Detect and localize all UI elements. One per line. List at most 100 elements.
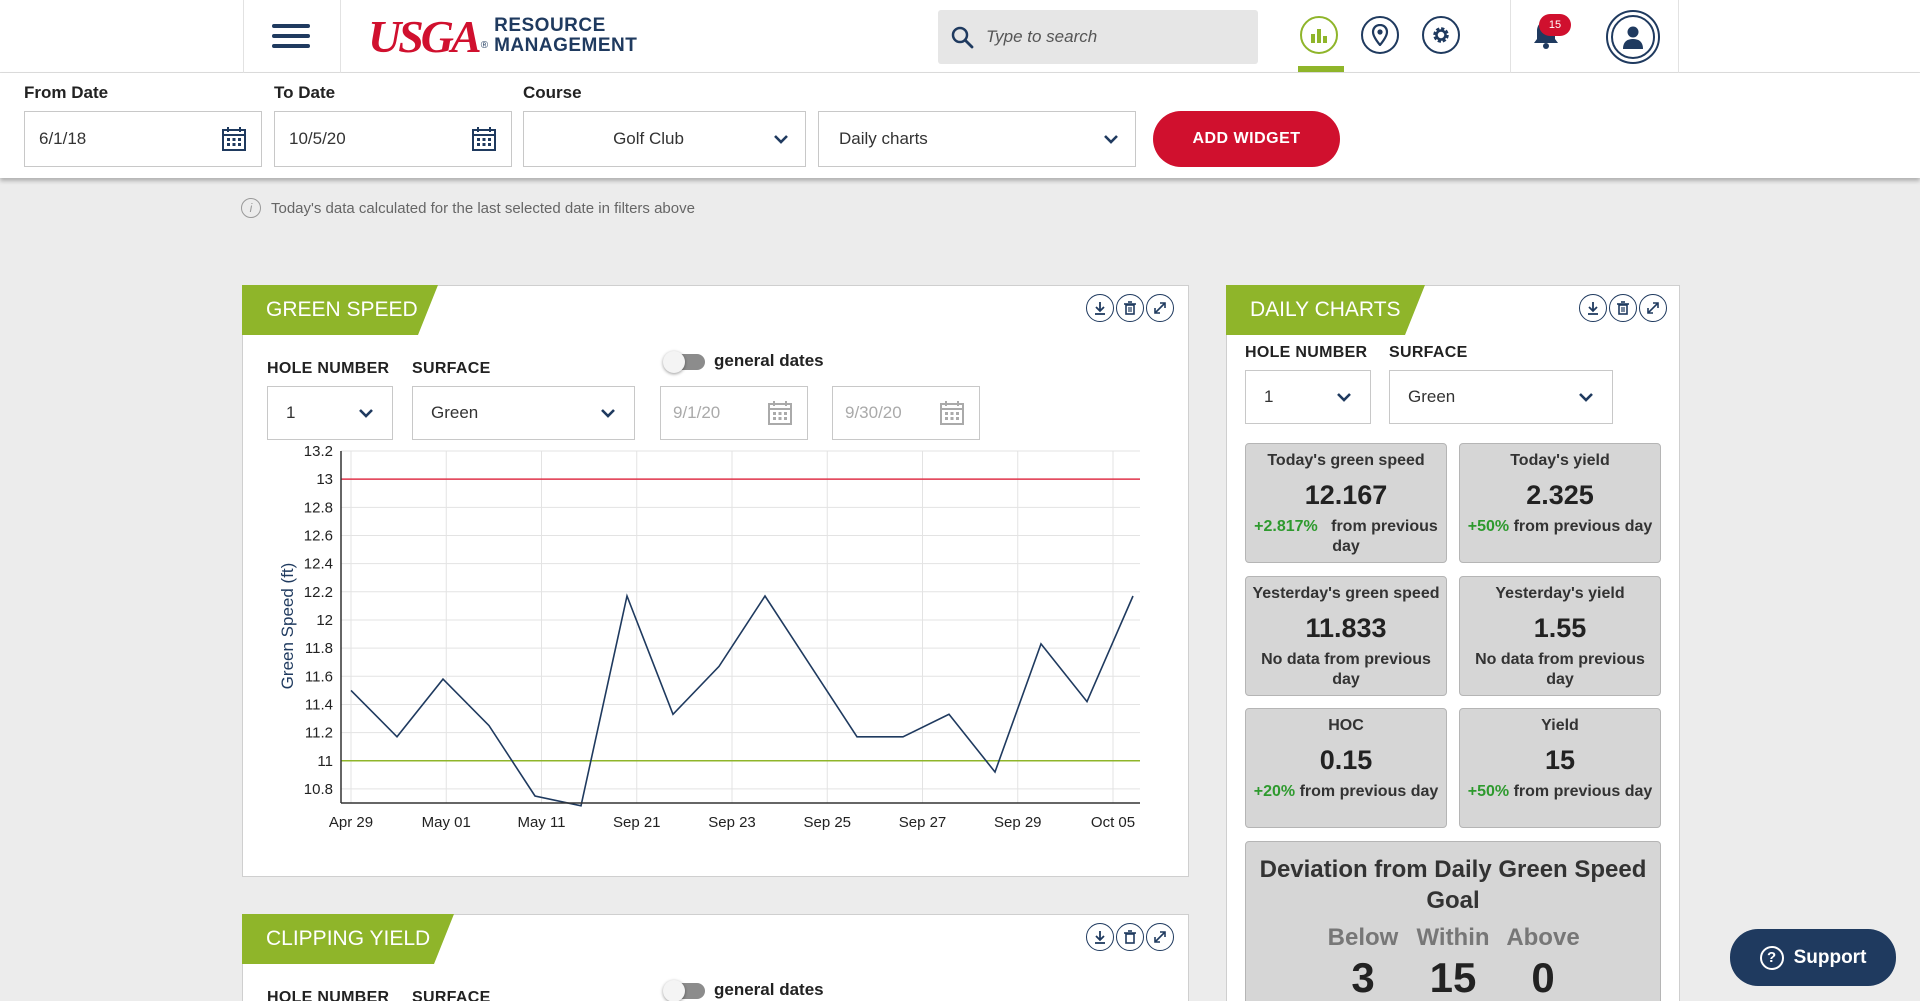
tile-title: Yesterday's green speed — [1252, 585, 1440, 602]
x-tick-label: Sep 23 — [708, 814, 756, 831]
tile-title: Today's yield — [1510, 452, 1610, 469]
logo-line-1: RESOURCE — [494, 15, 606, 36]
deviation-title: Deviation from Daily Green Speed Goal — [1259, 856, 1647, 914]
hole-number-select[interactable]: 1 — [267, 386, 393, 440]
header-divider — [1678, 0, 1679, 73]
deviation-below: Below 3 — [1325, 924, 1401, 1001]
x-tick-label: May 11 — [517, 814, 565, 831]
to-date-value: 10/5/20 — [289, 129, 346, 148]
tile-delta-percent: +20% — [1253, 783, 1296, 800]
chevron-down-icon — [1337, 393, 1351, 402]
green-speed-title: GREEN SPEED — [242, 285, 438, 335]
expand-icon — [1647, 302, 1659, 314]
tile-delta-percent: +50% — [1467, 783, 1510, 800]
logo-line-2: MANAGEMENT — [494, 35, 638, 56]
y-tick-label: 13 — [316, 471, 333, 488]
above-label: Above — [1506, 924, 1580, 951]
usga-logo[interactable]: USGA ® RESOURCE MANAGEMENT — [368, 11, 638, 62]
user-avatar-button[interactable] — [1606, 10, 1660, 64]
surface-select[interactable]: Green — [1389, 370, 1613, 424]
widget-type-select[interactable]: Daily charts — [818, 111, 1136, 167]
x-axis-ticks: Apr 29 May 01 May 11 Sep 21 Sep 23 Sep 25 Sep … — [329, 814, 1135, 831]
add-widget-button[interactable]: ADD WIDGET — [1153, 111, 1340, 167]
active-nav-indicator — [1298, 66, 1344, 72]
tile-title: Today's green speed — [1267, 452, 1425, 469]
x-tick-label: Oct 05 — [1091, 814, 1135, 831]
from-date-picker[interactable]: 6/1/18 — [24, 111, 262, 167]
x-tick-label: Sep 21 — [613, 814, 661, 831]
course-select[interactable]: Golf Club — [523, 111, 806, 167]
surface-label: SURFACE — [412, 360, 491, 377]
tile-value: 0.15 — [1319, 745, 1373, 775]
calendar-icon — [222, 127, 246, 151]
surface-select[interactable]: Green — [412, 386, 635, 440]
download-button[interactable] — [1086, 923, 1114, 951]
y-tick-label: 11 — [317, 753, 333, 770]
surface-label: SURFACE — [1389, 344, 1468, 361]
surface-value: Green — [431, 403, 479, 422]
expand-button[interactable] — [1639, 294, 1667, 322]
y-tick-label: 11.2 — [305, 725, 333, 742]
notification-badge: 15 — [1539, 14, 1571, 36]
above-value: 0 — [1531, 954, 1555, 1001]
hole-number-select[interactable]: 1 — [1245, 370, 1371, 424]
hole-number-label: HOLE NUMBER — [1245, 344, 1368, 361]
hamburger-menu-icon[interactable] — [272, 24, 310, 50]
clipping-yield-title: CLIPPING YIELD — [242, 914, 454, 964]
tile-delta-percent: +50% — [1467, 518, 1510, 535]
download-button[interactable] — [1086, 294, 1114, 322]
y-axis-ticks: 13.2 13 12.8 12.6 12.4 12.2 12 11.8 11.6 11.4 11.2… — [304, 443, 333, 798]
expand-button[interactable] — [1146, 294, 1174, 322]
trash-icon — [1617, 301, 1629, 315]
y-axis-label: Green Speed (ft) — [278, 563, 297, 690]
hole-number-value: 1 — [286, 403, 296, 422]
tile-delta-text: from previous day — [1331, 518, 1438, 555]
widget-type-value: Daily charts — [839, 129, 928, 148]
tile-value: 12.167 — [1304, 480, 1388, 510]
tile-title: HOC — [1328, 717, 1364, 734]
search-input[interactable] — [986, 27, 1226, 47]
tile-value: 1.55 — [1533, 613, 1587, 643]
start-date-input[interactable]: 9/1/20 — [660, 386, 808, 440]
tile-delta-text: from previous day — [1299, 783, 1439, 800]
header-divider — [1510, 0, 1511, 73]
stat-tile-yield: Yield 15 +50% from previous day — [1459, 708, 1661, 828]
end-date-input[interactable]: 9/30/20 — [832, 386, 980, 440]
download-icon — [1588, 302, 1598, 315]
download-button[interactable] — [1579, 294, 1607, 322]
settings-nav-button[interactable] — [1422, 16, 1460, 54]
to-date-picker[interactable]: 10/5/20 — [274, 111, 512, 167]
expand-button[interactable] — [1146, 923, 1174, 951]
tile-delta-percent: +2.817% — [1254, 518, 1318, 535]
general-dates-label: general dates — [714, 980, 824, 999]
support-button[interactable]: ? Support — [1730, 929, 1896, 986]
from-date-label: From Date — [24, 83, 109, 102]
location-nav-button[interactable] — [1361, 16, 1399, 54]
analytics-nav-button[interactable] — [1300, 16, 1338, 54]
general-dates-toggle[interactable] — [663, 351, 705, 373]
general-dates-toggle[interactable] — [663, 980, 705, 1001]
delete-button[interactable] — [1609, 294, 1637, 322]
hole-number-value: 1 — [1264, 387, 1274, 406]
delete-button[interactable] — [1116, 294, 1144, 322]
chevron-down-icon — [1579, 393, 1593, 402]
gear-icon — [1433, 27, 1449, 43]
x-tick-label: May 01 — [422, 814, 471, 831]
tile-delta: +2.817% from previous day — [1246, 517, 1446, 557]
tile-delta: +50% from previous day — [1460, 517, 1660, 537]
daily-charts-title: DAILY CHARTS — [1226, 285, 1425, 335]
deviation-tile: Deviation from Daily Green Speed Goal Be… — [1245, 841, 1661, 1001]
delete-button[interactable] — [1116, 923, 1144, 951]
y-tick-label: 12.4 — [304, 556, 333, 573]
user-icon — [1623, 26, 1643, 49]
calendar-icon — [940, 401, 964, 425]
deviation-within: Within 15 — [1415, 924, 1491, 1001]
y-tick-label: 10.8 — [304, 781, 333, 798]
tile-delta-text: No data from previous day — [1475, 651, 1645, 688]
from-date-value: 6/1/18 — [39, 129, 87, 148]
x-tick-label: Sep 29 — [994, 814, 1042, 831]
tile-delta: +50% from previous day — [1460, 782, 1660, 802]
map-pin-icon — [1371, 24, 1389, 46]
info-icon: i — [241, 198, 261, 218]
logo-brand: USGA — [368, 10, 482, 62]
